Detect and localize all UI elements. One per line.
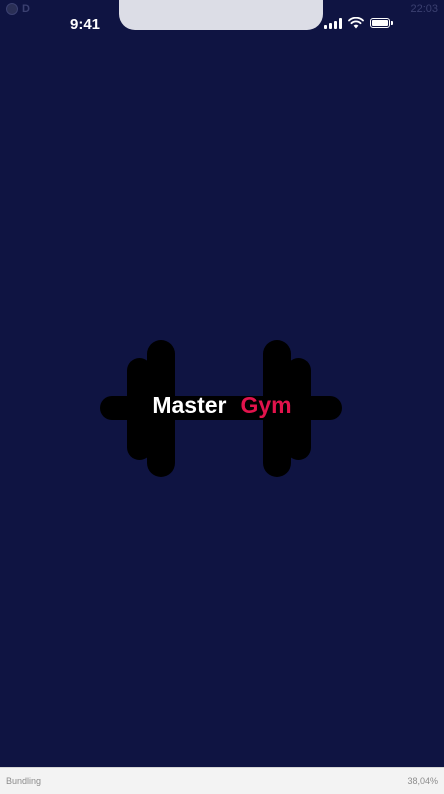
dumbbell-icon <box>100 340 342 477</box>
bundling-progress: 38,04% <box>407 776 438 786</box>
bundling-label: Bundling <box>6 776 42 786</box>
app-logo: Master Gym <box>0 0 444 767</box>
splash-screen: D 22:03 9:41 Master Gym <box>0 0 444 767</box>
app-name: Master Gym <box>0 392 444 419</box>
app-name-gym: Gym <box>240 392 292 418</box>
bundling-progress-bar: Bundling 38,04% <box>0 767 444 794</box>
app-name-master: Master <box>152 392 227 418</box>
